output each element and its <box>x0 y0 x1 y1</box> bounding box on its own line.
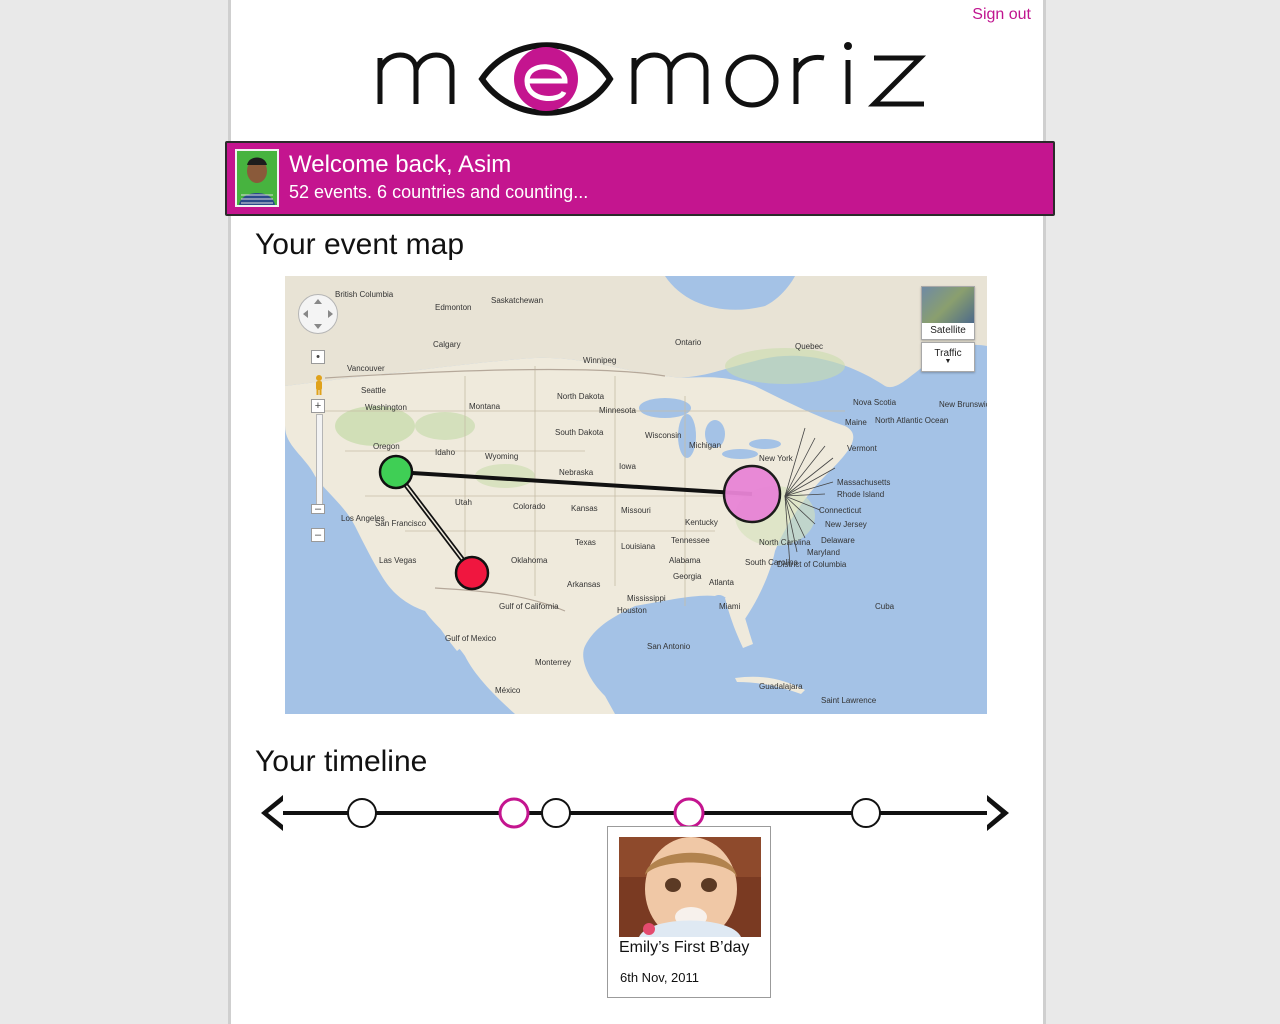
map-label: Maine <box>845 418 867 427</box>
chevron-down-icon: ▼ <box>944 358 952 365</box>
map-label: Calgary <box>433 340 461 349</box>
map-label: Iowa <box>619 462 636 471</box>
map-label: México <box>495 686 521 695</box>
map-label: Winnipeg <box>583 356 617 365</box>
map-label: Houston <box>617 606 647 615</box>
map-label: New York <box>759 454 793 463</box>
map-label: British Columbia <box>335 290 394 299</box>
map-label: South Dakota <box>555 428 604 437</box>
welcome-banner: Welcome back, Asim 52 events. 6 countrie… <box>225 141 1055 216</box>
page-container: Sign out Welcome back, Asim 52 events. 6… <box>225 0 1055 1024</box>
map-label: Michigan <box>689 441 722 450</box>
zoom-slider-handle[interactable]: – <box>311 504 325 515</box>
timeline-event-node[interactable] <box>347 798 377 828</box>
timeline-event-node[interactable] <box>541 798 571 828</box>
map-label: Seattle <box>361 386 386 395</box>
map-label: Utah <box>455 498 472 507</box>
map-label: Washington <box>365 403 407 412</box>
event-marker-green[interactable] <box>378 454 414 490</box>
map-label: Guadalajara <box>759 682 803 691</box>
map-label: Monterrey <box>535 658 572 667</box>
map-label: Connecticut <box>819 506 862 515</box>
map-label: Montana <box>469 402 501 411</box>
pan-control-icon[interactable] <box>298 294 338 334</box>
map-label: New Brunswick <box>939 400 987 409</box>
map-label: Atlanta <box>709 578 734 587</box>
map-label: Quebec <box>795 342 824 351</box>
map-label: Minnesota <box>599 406 636 415</box>
event-marker-pink[interactable] <box>722 464 782 524</box>
map-label: Nova Scotia <box>853 398 897 407</box>
map-label: Saint Lawrence <box>821 696 877 705</box>
map-label: Arkansas <box>567 580 601 589</box>
map-label: Los Angeles <box>341 514 385 523</box>
event-date: 6th Nov, 2011 <box>620 970 700 985</box>
map-label: Texas <box>575 538 596 547</box>
satellite-label: Satellite <box>930 325 966 336</box>
map-label: Miami <box>719 602 741 611</box>
event-map[interactable]: British Columbia Saskatchewan Edmonton C… <box>285 276 987 714</box>
timeline-event-node-active[interactable] <box>498 797 530 829</box>
zoom-out-icon[interactable]: – <box>311 528 325 542</box>
map-label: Oregon <box>373 442 400 451</box>
event-photo[interactable] <box>619 837 761 937</box>
welcome-subtitle: 52 events. 6 countries and counting... <box>289 182 589 202</box>
arrow-left-icon[interactable] <box>261 795 283 831</box>
satellite-thumbnail-icon <box>922 287 974 323</box>
map-label: Vermont <box>847 444 877 453</box>
map-label: Gulf of Mexico <box>445 634 497 643</box>
map-label: Tennessee <box>671 536 710 545</box>
timeline-heading: Your timeline <box>255 745 428 778</box>
map-label: Idaho <box>435 448 456 457</box>
map-label: Louisiana <box>621 542 656 551</box>
welcome-title: Welcome back, Asim <box>289 151 512 178</box>
map-label: Colorado <box>513 502 546 511</box>
map-label: Las Vegas <box>379 556 417 565</box>
map-label: Kentucky <box>685 518 718 527</box>
timeline-event-node[interactable] <box>851 798 881 828</box>
satellite-button[interactable]: Satellite <box>921 286 975 340</box>
map-label: Edmonton <box>435 303 472 312</box>
memoriz-logo <box>377 42 927 116</box>
traffic-label: Traffic <box>934 348 962 359</box>
zoom-slider[interactable] <box>316 414 323 508</box>
pegman-icon[interactable] <box>313 374 325 396</box>
sign-out-link[interactable]: Sign out <box>972 6 1031 24</box>
event-map-heading: Your event map <box>255 228 465 261</box>
map-label: Alabama <box>669 556 701 565</box>
avatar[interactable] <box>235 149 279 207</box>
map-label: North Carolina <box>759 538 811 547</box>
timeline-event-node-selected[interactable] <box>673 797 705 829</box>
map-label: Maryland <box>807 548 840 557</box>
map-label: Ontario <box>675 338 702 347</box>
zoom-in-icon[interactable]: + <box>311 399 325 413</box>
map-label: Rhode Island <box>837 490 885 499</box>
map-label: Georgia <box>673 572 702 581</box>
map-label: Saskatchewan <box>491 296 544 305</box>
event-marker-red[interactable] <box>454 555 490 591</box>
map-label: Gulf of California <box>499 602 559 611</box>
traffic-button[interactable]: Traffic ▼ <box>921 342 975 372</box>
map-label: Kansas <box>571 504 598 513</box>
map-label: Wisconsin <box>645 431 682 440</box>
event-title: Emily’s First B’day <box>619 939 750 956</box>
map-label: Cuba <box>875 602 895 611</box>
map-label: Missouri <box>621 506 651 515</box>
map-label: North Atlantic Ocean <box>875 416 949 425</box>
event-popup[interactable]: Emily’s First B’day 6th Nov, 2011 <box>607 826 771 998</box>
map-label: San Antonio <box>647 642 691 651</box>
map-label: Oklahoma <box>511 556 548 565</box>
zoom-reset-icon[interactable]: • <box>311 350 325 364</box>
map-label: South Carolina <box>745 558 798 567</box>
map-label: Mississippi <box>627 594 666 603</box>
map-label: Massachusetts <box>837 478 891 487</box>
map-label: Nebraska <box>559 468 594 477</box>
map-label: Wyoming <box>485 452 519 461</box>
map-label: Delaware <box>821 536 855 545</box>
map-label: New Jersey <box>825 520 867 529</box>
arrow-right-icon[interactable] <box>987 795 1009 831</box>
map-label: Vancouver <box>347 364 385 373</box>
map-label: North Dakota <box>557 392 605 401</box>
